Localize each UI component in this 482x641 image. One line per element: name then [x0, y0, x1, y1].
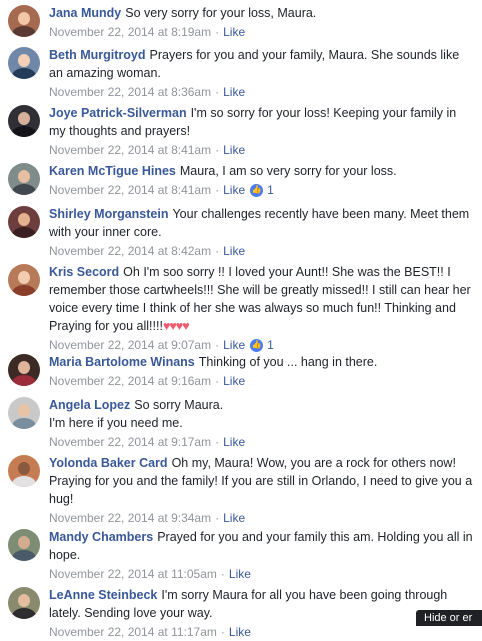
comment-meta: November 22, 2014 at 9:16am · Like [49, 372, 246, 390]
comment-item: LeAnne Steinbeck I'm sorry Maura for all … [0, 586, 482, 641]
comment-item: Joye Patrick-Silverman I'm so sorry for y… [0, 104, 482, 159]
comment-text: So sorry Maura. [134, 398, 224, 412]
comment-author[interactable]: Karen McTigue Hines [49, 164, 176, 178]
comment-author[interactable]: Angela Lopez [49, 398, 130, 412]
avatar[interactable] [8, 5, 40, 37]
comment-item: Yolonda Baker Card Oh my, Maura! Wow, you… [0, 454, 482, 527]
comment-text-block: Karen McTigue Hines Maura, I am so very s… [49, 162, 476, 180]
comment-text-block: Jana Mundy So very sorry for your loss, M… [49, 4, 476, 22]
comment-text: Maura, I am so very sorry for your loss. [179, 164, 397, 178]
reaction-number: 1 [267, 183, 274, 197]
avatar[interactable] [8, 397, 40, 429]
like-button[interactable]: Like [223, 83, 245, 101]
comment-item: Karen McTigue Hines Maura, I am so very s… [0, 162, 482, 199]
comment-author[interactable]: Beth Murgitroyd [49, 48, 146, 62]
hide-or-edit-button[interactable]: Hide or er [416, 610, 482, 626]
comment-text-block: Beth Murgitroyd Prayers for you and your … [49, 46, 476, 82]
comment-item: Shirley Morganstein Your challenges recen… [0, 205, 482, 260]
comment-timestamp[interactable]: November 22, 2014 at 11:05am [49, 565, 217, 583]
comment-timestamp[interactable]: November 22, 2014 at 8:36am [49, 83, 211, 101]
comment-text-block: Joye Patrick-Silverman I'm so sorry for y… [49, 104, 476, 140]
comment-timestamp[interactable]: November 22, 2014 at 8:42am [49, 242, 211, 260]
comment-author[interactable]: Mandy Chambers [49, 530, 153, 544]
comment-timestamp[interactable]: November 22, 2014 at 9:16am [49, 372, 211, 390]
comment-timestamp[interactable]: November 22, 2014 at 8:41am [49, 141, 211, 159]
avatar[interactable] [8, 354, 40, 386]
avatar[interactable] [8, 105, 40, 137]
comment-text: So very sorry for your loss, Maura. [125, 6, 317, 20]
like-button[interactable]: Like [223, 23, 245, 41]
like-button[interactable]: Like [223, 433, 245, 451]
comment-author[interactable]: Joye Patrick-Silverman [49, 106, 187, 120]
avatar[interactable] [8, 529, 40, 561]
avatar[interactable] [8, 587, 40, 619]
comment-author[interactable]: Yolonda Baker Card [49, 456, 168, 470]
comment-meta: November 22, 2014 at 9:17am · Like [49, 433, 246, 451]
like-button[interactable]: Like [223, 509, 245, 527]
like-button[interactable]: Like [229, 565, 251, 583]
comment-meta: November 22, 2014 at 9:07am · Like 👍 1 [49, 336, 274, 354]
comment-meta: November 22, 2014 at 8:19am · Like [49, 23, 246, 41]
comment-text-block: Yolonda Baker Card Oh my, Maura! Wow, you… [49, 454, 476, 508]
comment-meta: November 22, 2014 at 8:42am · Like [49, 242, 246, 260]
like-button[interactable]: Like [223, 242, 245, 260]
comment-item: Mandy Chambers Prayed for you and your fa… [0, 528, 482, 583]
comment-text: Thinking of you ... hang in there. [198, 355, 378, 369]
comment-text-block: Maria Bartolome Winans Thinking of you ..… [49, 353, 476, 371]
like-button[interactable]: Like [223, 336, 245, 354]
comment-timestamp[interactable]: November 22, 2014 at 9:17am [49, 433, 211, 451]
comment-text: I'm here if you need me. [49, 416, 183, 430]
comment-text-block: Mandy Chambers Prayed for you and your fa… [49, 528, 476, 564]
thumbs-up-icon: 👍 [250, 338, 264, 352]
thumbs-up-icon: 👍 [250, 183, 264, 197]
comment-author[interactable]: Shirley Morganstein [49, 207, 168, 221]
like-button[interactable]: Like [223, 141, 245, 159]
comment-item: Jana Mundy So very sorry for your loss, M… [0, 4, 482, 41]
comment-meta: November 22, 2014 at 9:34am · Like [49, 509, 246, 527]
comment-meta: November 22, 2014 at 8:41am · Like [49, 141, 246, 159]
avatar[interactable] [8, 455, 40, 487]
avatar[interactable] [8, 163, 40, 195]
comment-author[interactable]: Maria Bartolome Winans [49, 355, 195, 369]
avatar[interactable] [8, 206, 40, 238]
comment-timestamp[interactable]: November 22, 2014 at 8:19am [49, 23, 211, 41]
comment-text-block: Kris Secord Oh I'm soo sorry !! I loved y… [49, 263, 476, 335]
comment-meta: November 22, 2014 at 11:05am · Like [49, 565, 251, 583]
like-button[interactable]: Like [223, 181, 245, 199]
comment-item: Maria Bartolome Winans Thinking of you ..… [0, 353, 482, 390]
comment-meta: November 22, 2014 at 8:41am · Like 👍 1 [49, 181, 274, 199]
reaction-count[interactable]: 👍 1 [250, 336, 274, 354]
comment-author[interactable]: LeAnne Steinbeck [49, 588, 157, 602]
comment-item: Beth Murgitroyd Prayers for you and your … [0, 46, 482, 101]
comment-text-block: Angela Lopez So sorry Maura. I'm here if y… [49, 396, 476, 432]
heart-icon: ♥♥♥♥ [162, 319, 190, 333]
comment-text-block: LeAnne Steinbeck I'm sorry Maura for all … [49, 586, 476, 622]
comment-text-block: Shirley Morganstein Your challenges recen… [49, 205, 476, 241]
comment-item: Angela Lopez So sorry Maura. I'm here if y… [0, 396, 482, 451]
comment-author[interactable]: Jana Mundy [49, 6, 121, 20]
comment-timestamp[interactable]: November 22, 2014 at 9:07am [49, 336, 211, 354]
avatar[interactable] [8, 47, 40, 79]
like-button[interactable]: Like [223, 372, 245, 390]
reaction-number: 1 [267, 338, 274, 352]
reaction-count[interactable]: 👍 1 [250, 181, 274, 199]
comment-meta: November 22, 2014 at 8:36am · Like [49, 83, 246, 101]
comment-timestamp[interactable]: November 22, 2014 at 9:34am [49, 509, 211, 527]
comment-timestamp[interactable]: November 22, 2014 at 8:41am [49, 181, 211, 199]
comment-item: Kris Secord Oh I'm soo sorry !! I loved y… [0, 263, 482, 354]
avatar[interactable] [8, 264, 40, 296]
comment-author[interactable]: Kris Secord [49, 265, 119, 279]
